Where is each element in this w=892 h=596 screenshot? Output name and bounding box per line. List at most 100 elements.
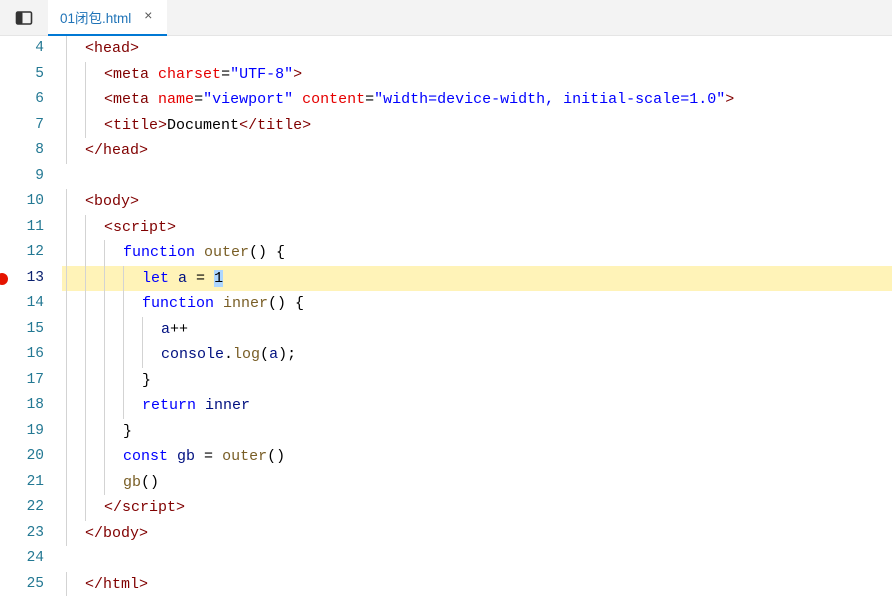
- code-line[interactable]: return inner: [62, 393, 892, 419]
- indent-guide: [85, 393, 86, 419]
- line-number[interactable]: 9: [0, 164, 44, 190]
- indent-guide: [85, 368, 86, 394]
- indent-guide: [66, 495, 67, 521]
- line-number[interactable]: 23: [0, 521, 44, 547]
- code-line[interactable]: </html>: [62, 572, 892, 596]
- code-line[interactable]: </script>: [62, 495, 892, 521]
- token: [214, 295, 223, 312]
- line-number[interactable]: 4: [0, 36, 44, 62]
- code-line[interactable]: <head>: [62, 36, 892, 62]
- token: inner: [223, 295, 268, 312]
- line-number[interactable]: 11: [0, 215, 44, 241]
- code-line[interactable]: }: [62, 419, 892, 445]
- line-number[interactable]: 22: [0, 495, 44, 521]
- code-content: <title>Document</title>: [66, 117, 311, 134]
- code-line[interactable]: function inner() {: [62, 291, 892, 317]
- token: meta: [113, 66, 149, 83]
- line-number[interactable]: 5: [0, 62, 44, 88]
- token: <: [104, 219, 113, 236]
- token: "viewport": [203, 91, 293, 108]
- indent-guide: [66, 36, 67, 62]
- indent-guide: [85, 342, 86, 368]
- indent-guide: [85, 240, 86, 266]
- token: </: [104, 499, 122, 516]
- token: () {: [249, 244, 285, 261]
- line-number[interactable]: 20: [0, 444, 44, 470]
- code-line[interactable]: </head>: [62, 138, 892, 164]
- token: >: [725, 91, 734, 108]
- token: head: [103, 142, 139, 159]
- code-line[interactable]: }: [62, 368, 892, 394]
- tab-label: 01闭包.html: [60, 7, 131, 27]
- code-area[interactable]: <head><meta charset="UTF-8"><meta name="…: [62, 36, 892, 596]
- line-number[interactable]: 17: [0, 368, 44, 394]
- line-number[interactable]: 19: [0, 419, 44, 445]
- token: script: [113, 219, 167, 236]
- token: (): [141, 474, 159, 491]
- code-line[interactable]: function outer() {: [62, 240, 892, 266]
- token: =: [221, 66, 230, 83]
- code-line[interactable]: <meta charset="UTF-8">: [62, 62, 892, 88]
- indent-guide: [123, 342, 124, 368]
- indent-guide: [66, 87, 67, 113]
- indent-guide: [123, 291, 124, 317]
- line-number[interactable]: 8: [0, 138, 44, 164]
- token: }: [123, 423, 132, 440]
- tab-active[interactable]: 01闭包.html ×: [48, 0, 167, 36]
- indent-guide: [66, 138, 67, 164]
- code-line[interactable]: </body>: [62, 521, 892, 547]
- token: "UTF-8": [230, 66, 293, 83]
- code-line[interactable]: [62, 546, 892, 572]
- token: title: [257, 117, 302, 134]
- line-number[interactable]: 12: [0, 240, 44, 266]
- editor-body: 45678910111213141516171819202122232425 <…: [0, 36, 892, 596]
- panel-toggle-icon[interactable]: [0, 0, 48, 36]
- token: outer: [222, 448, 267, 465]
- indent-guide: [66, 215, 67, 241]
- breakpoint-icon[interactable]: [0, 273, 8, 285]
- token: Document: [167, 117, 239, 134]
- code-content: console.log(a);: [66, 346, 296, 363]
- indent-guide: [85, 495, 86, 521]
- code-line[interactable]: console.log(a);: [62, 342, 892, 368]
- token: inner: [205, 397, 250, 414]
- line-number[interactable]: 6: [0, 87, 44, 113]
- line-number[interactable]: 13: [0, 266, 44, 292]
- indent-guide: [85, 444, 86, 470]
- code-line[interactable]: <script>: [62, 215, 892, 241]
- token: meta: [113, 91, 149, 108]
- token: .: [224, 346, 233, 363]
- code-line[interactable]: <meta name="viewport" content="width=dev…: [62, 87, 892, 113]
- code-line[interactable]: a++: [62, 317, 892, 343]
- token: >: [158, 117, 167, 134]
- indent-guide: [104, 317, 105, 343]
- indent-guide: [85, 419, 86, 445]
- code-line[interactable]: [62, 164, 892, 190]
- line-number[interactable]: 18: [0, 393, 44, 419]
- gutter[interactable]: 45678910111213141516171819202122232425: [0, 36, 62, 596]
- code-line[interactable]: gb(): [62, 470, 892, 496]
- line-number[interactable]: 24: [0, 546, 44, 572]
- line-number[interactable]: 10: [0, 189, 44, 215]
- code-line[interactable]: let a = 1: [62, 266, 892, 292]
- token: >: [139, 576, 148, 593]
- code-line[interactable]: const gb = outer(): [62, 444, 892, 470]
- close-icon[interactable]: ×: [139, 8, 157, 26]
- line-number[interactable]: 15: [0, 317, 44, 343]
- line-number[interactable]: 21: [0, 470, 44, 496]
- line-number[interactable]: 25: [0, 572, 44, 596]
- token: <: [85, 193, 94, 210]
- token: let: [142, 270, 169, 287]
- code-line[interactable]: <body>: [62, 189, 892, 215]
- indent-guide: [85, 266, 86, 292]
- code-line[interactable]: <title>Document</title>: [62, 113, 892, 139]
- line-number[interactable]: 14: [0, 291, 44, 317]
- line-number[interactable]: 16: [0, 342, 44, 368]
- token: =: [195, 448, 222, 465]
- code-content: function inner() {: [66, 295, 304, 312]
- line-number[interactable]: 7: [0, 113, 44, 139]
- token: >: [130, 40, 139, 57]
- code-content: </body>: [66, 525, 148, 542]
- token: >: [302, 117, 311, 134]
- indent-guide: [85, 87, 86, 113]
